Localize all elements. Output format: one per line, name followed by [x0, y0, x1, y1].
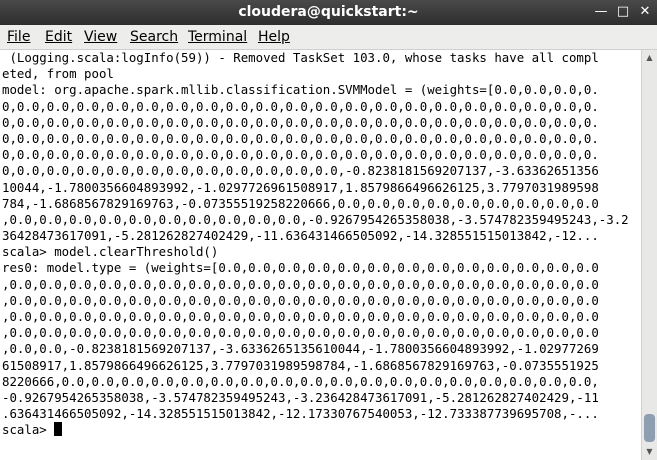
terminal-line: 0,0.0,0.0,0.0,0.0,0.0,0.0,0.0,0.0,0.0,0.… — [2, 147, 599, 163]
vertical-scrollbar[interactable]: ▲ ▼ — [641, 50, 657, 460]
prompt-line[interactable]: scala> — [2, 422, 641, 438]
menu-search-label: Search — [130, 29, 179, 45]
menu-file-label: File — [7, 29, 31, 45]
menu-terminal-label: Terminal — [188, 29, 248, 45]
terminal-line: ,0.0,0.0,0.0,0.0,0.0,0.0,0.0,0.0,0.0,0.0… — [2, 292, 599, 308]
terminal-line: ,0.0,0.0,0.0,0.0,0.0,0.0,0.0,0.0,0.0,0.0… — [2, 211, 629, 227]
menu-view-label: View — [84, 29, 118, 45]
menu-terminal[interactable]: Terminal — [188, 28, 247, 46]
terminal-line: 784,-1.6868567829169763,-0.0735551925822… — [2, 195, 599, 211]
terminal-line: 8220666,0.0,0.0,0.0,0.0,0.0,0.0,0.0,0.0,… — [2, 373, 599, 389]
terminal-line: .636431466505092,-14.328551515013842,-12… — [2, 406, 599, 422]
close-icon[interactable]: ✕ — [636, 3, 654, 21]
menu-bar: File Edit View Search Terminal Help — [0, 25, 657, 50]
terminal-line: scala> model.clearThreshold() — [2, 244, 219, 260]
terminal-line: ,0.0,0.0,0.0,0.0,0.0,0.0,0.0,0.0,0.0,0.0… — [2, 276, 599, 292]
terminal-line: eted, from pool — [2, 66, 114, 82]
menu-view[interactable]: View — [84, 28, 117, 46]
menu-edit[interactable]: Edit — [45, 28, 72, 46]
scroll-up-icon[interactable]: ▲ — [642, 52, 657, 64]
terminal-text: (Logging.scala:logInfo(59)) - Removed Ta… — [0, 50, 641, 439]
scroll-down-icon[interactable]: ▼ — [642, 446, 657, 458]
terminal-line: 0,0.0,0.0,0.0,0.0,0.0,0.0,0.0,0.0,0.0,0.… — [2, 163, 599, 179]
prompt-text: scala> — [2, 422, 55, 438]
terminal-line: 10044,-1.7800356604893992,-1.02977269615… — [2, 179, 599, 195]
terminal-line: (Logging.scala:logInfo(59)) - Removed Ta… — [2, 50, 599, 65]
terminal-window: cloudera@quickstart:~ — □ ✕ File Edit Vi… — [0, 0, 657, 460]
terminal-line: 36428473617091,-5.281262827402429,-11.63… — [2, 228, 599, 244]
text-cursor — [54, 422, 63, 437]
terminal-line: -0.9267954265358038,-3.574782359495243,-… — [2, 389, 599, 405]
terminal-line: ,0.0,0.0,0.0,0.0,0.0,0.0,0.0,0.0,0.0,0.0… — [2, 325, 599, 341]
terminal-line: 0,0.0,0.0,0.0,0.0,0.0,0.0,0.0,0.0,0.0,0.… — [2, 130, 599, 146]
terminal-line: res0: model.type = (weights=[0.0,0.0,0.0… — [2, 260, 599, 276]
minimize-icon[interactable]: — — [592, 3, 610, 21]
menu-edit-label: Edit — [45, 29, 73, 45]
menu-help-label: Help — [258, 29, 290, 45]
terminal-line: 0,0.0,0.0,0.0,0.0,0.0,0.0,0.0,0.0,0.0,0.… — [2, 114, 599, 130]
menu-help[interactable]: Help — [258, 28, 290, 46]
terminal-line: model: org.apache.spark.mllib.classifica… — [2, 82, 599, 98]
menu-search[interactable]: Search — [130, 28, 178, 46]
terminal-line: 61508917,1.8579866496626125,3.7797031989… — [2, 357, 599, 373]
terminal-line: 0,0.0,0.0,0.0,0.0,0.0,0.0,0.0,0.0,0.0,0.… — [2, 98, 599, 114]
terminal-line: ,0.0,0.0,-0.8238181569207137,-3.63362651… — [2, 341, 599, 357]
title-bar[interactable]: cloudera@quickstart:~ — □ ✕ — [0, 0, 657, 25]
terminal-output[interactable]: (Logging.scala:logInfo(59)) - Removed Ta… — [0, 50, 641, 460]
scroll-thumb[interactable] — [644, 414, 655, 442]
terminal-line: ,0.0,0.0,0.0,0.0,0.0,0.0,0.0,0.0,0.0,0.0… — [2, 309, 599, 324]
window-title: cloudera@quickstart:~ — [238, 4, 419, 20]
menu-file[interactable]: File — [7, 28, 30, 46]
maximize-icon[interactable]: □ — [614, 3, 632, 21]
